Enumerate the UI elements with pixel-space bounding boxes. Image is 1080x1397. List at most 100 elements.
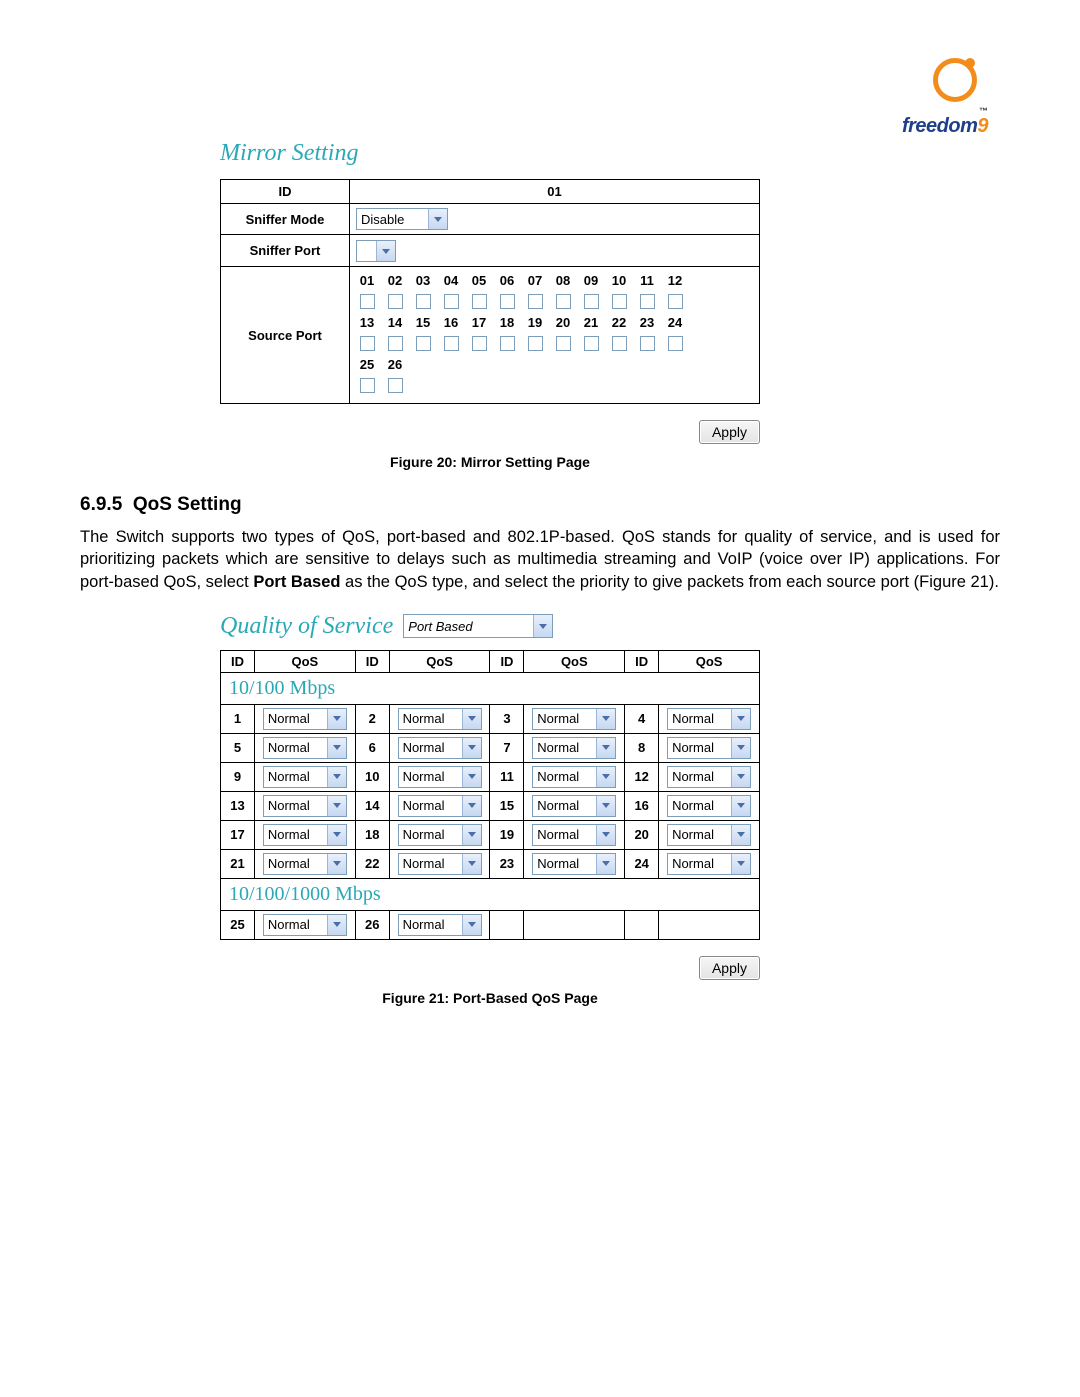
port-checkbox[interactable] <box>584 336 599 351</box>
port-checkbox[interactable] <box>388 336 403 351</box>
qos-priority-select[interactable]: Normal <box>532 766 616 788</box>
port-checkbox[interactable] <box>640 294 655 309</box>
qos-priority-select[interactable]: Normal <box>263 737 347 759</box>
qos-col-qos: QoS <box>659 650 760 672</box>
port-checkbox[interactable] <box>472 294 487 309</box>
port-checkbox[interactable] <box>584 294 599 309</box>
port-checkbox[interactable] <box>640 336 655 351</box>
qos-col-qos: QoS <box>524 650 625 672</box>
sniffer-mode-select[interactable]: Disable <box>356 208 448 230</box>
qos-priority-select[interactable]: Normal <box>263 824 347 846</box>
apply-button[interactable]: Apply <box>699 420 760 444</box>
qos-priority-select[interactable]: Normal <box>532 708 616 730</box>
qos-priority-value: Normal <box>537 798 579 813</box>
chevron-down-icon <box>327 738 346 758</box>
qos-type-select[interactable]: Port Based <box>403 614 553 638</box>
qos-col-id: ID <box>221 650 255 672</box>
qos-port-id: 21 <box>221 849 255 878</box>
qos-priority-select[interactable]: Normal <box>667 766 751 788</box>
port-checkbox[interactable] <box>612 294 627 309</box>
qos-priority-value: Normal <box>537 711 579 726</box>
qos-priority-select[interactable]: Normal <box>263 708 347 730</box>
port-checkbox[interactable] <box>360 336 375 351</box>
port-label: 21 <box>580 315 602 330</box>
qos-priority-value: Normal <box>403 856 445 871</box>
chevron-down-icon <box>428 209 447 229</box>
port-checkbox[interactable] <box>668 294 683 309</box>
chevron-down-icon <box>596 709 615 729</box>
chevron-down-icon <box>731 825 750 845</box>
qos-priority-select[interactable]: Normal <box>532 737 616 759</box>
sniffer-port-select[interactable] <box>356 240 396 262</box>
mirror-id-value: 01 <box>350 180 760 204</box>
chevron-down-icon <box>596 738 615 758</box>
port-checkbox[interactable] <box>500 336 515 351</box>
qos-priority-select[interactable]: Normal <box>263 914 347 936</box>
port-label: 09 <box>580 273 602 288</box>
qos-priority-select[interactable]: Normal <box>667 708 751 730</box>
qos-priority-select[interactable]: Normal <box>667 795 751 817</box>
qos-priority-select[interactable]: Normal <box>532 853 616 875</box>
qos-port-id: 16 <box>625 791 659 820</box>
qos-priority-select[interactable]: Normal <box>398 737 482 759</box>
port-label: 16 <box>440 315 462 330</box>
chevron-down-icon <box>462 854 481 874</box>
qos-port-id: 13 <box>221 791 255 820</box>
sniffer-port-label: Sniffer Port <box>221 235 350 267</box>
port-checkbox[interactable] <box>416 336 431 351</box>
mirror-id-label: ID <box>221 180 350 204</box>
qos-priority-select[interactable]: Normal <box>667 824 751 846</box>
port-checkbox[interactable] <box>472 336 487 351</box>
port-checkbox[interactable] <box>416 294 431 309</box>
qos-priority-value: Normal <box>403 827 445 842</box>
qos-priority-value: Normal <box>672 769 714 784</box>
qos-port-id: 6 <box>355 733 389 762</box>
port-checkbox[interactable] <box>612 336 627 351</box>
port-checkbox[interactable] <box>556 336 571 351</box>
qos-priority-select[interactable]: Normal <box>398 914 482 936</box>
port-checkbox[interactable] <box>556 294 571 309</box>
qos-port-id: 4 <box>625 704 659 733</box>
port-label: 02 <box>384 273 406 288</box>
port-checkbox[interactable] <box>668 336 683 351</box>
qos-priority-value: Normal <box>268 827 310 842</box>
port-checkbox[interactable] <box>500 294 515 309</box>
mirror-table: ID 01 Sniffer Mode Disable Sniffer Port <box>220 179 760 404</box>
qos-port-id: 15 <box>490 791 524 820</box>
brand-logo: ™ freedom9 <box>902 70 988 138</box>
port-checkbox[interactable] <box>388 378 403 393</box>
port-label: 04 <box>440 273 462 288</box>
port-checkbox[interactable] <box>444 294 459 309</box>
qos-priority-select[interactable]: Normal <box>263 766 347 788</box>
port-checkbox[interactable] <box>444 336 459 351</box>
qos-priority-select[interactable]: Normal <box>263 795 347 817</box>
qos-priority-select[interactable]: Normal <box>667 853 751 875</box>
port-checkbox[interactable] <box>360 378 375 393</box>
qos-priority-select[interactable]: Normal <box>532 824 616 846</box>
qos-priority-select[interactable]: Normal <box>398 766 482 788</box>
qos-port-id: 24 <box>625 849 659 878</box>
chevron-down-icon <box>596 854 615 874</box>
port-checkbox[interactable] <box>528 336 543 351</box>
chevron-down-icon <box>327 767 346 787</box>
sniffer-mode-label: Sniffer Mode <box>221 204 350 235</box>
qos-priority-select[interactable]: Normal <box>398 795 482 817</box>
qos-heading: Quality of Service <box>220 613 393 640</box>
port-checkbox[interactable] <box>360 294 375 309</box>
qos-col-qos: QoS <box>389 650 490 672</box>
qos-priority-select[interactable]: Normal <box>398 853 482 875</box>
qos-port-id: 17 <box>221 820 255 849</box>
qos-priority-select[interactable]: Normal <box>667 737 751 759</box>
qos-priority-select[interactable]: Normal <box>532 795 616 817</box>
qos-priority-value: Normal <box>672 856 714 871</box>
port-checkbox[interactable] <box>528 294 543 309</box>
port-checkbox[interactable] <box>388 294 403 309</box>
qos-port-id: 10 <box>355 762 389 791</box>
qos-port-id: 14 <box>355 791 389 820</box>
qos-priority-select[interactable]: Normal <box>263 853 347 875</box>
apply-button[interactable]: Apply <box>699 956 760 980</box>
port-label: 17 <box>468 315 490 330</box>
qos-priority-select[interactable]: Normal <box>398 824 482 846</box>
qos-priority-value: Normal <box>403 798 445 813</box>
qos-priority-select[interactable]: Normal <box>398 708 482 730</box>
